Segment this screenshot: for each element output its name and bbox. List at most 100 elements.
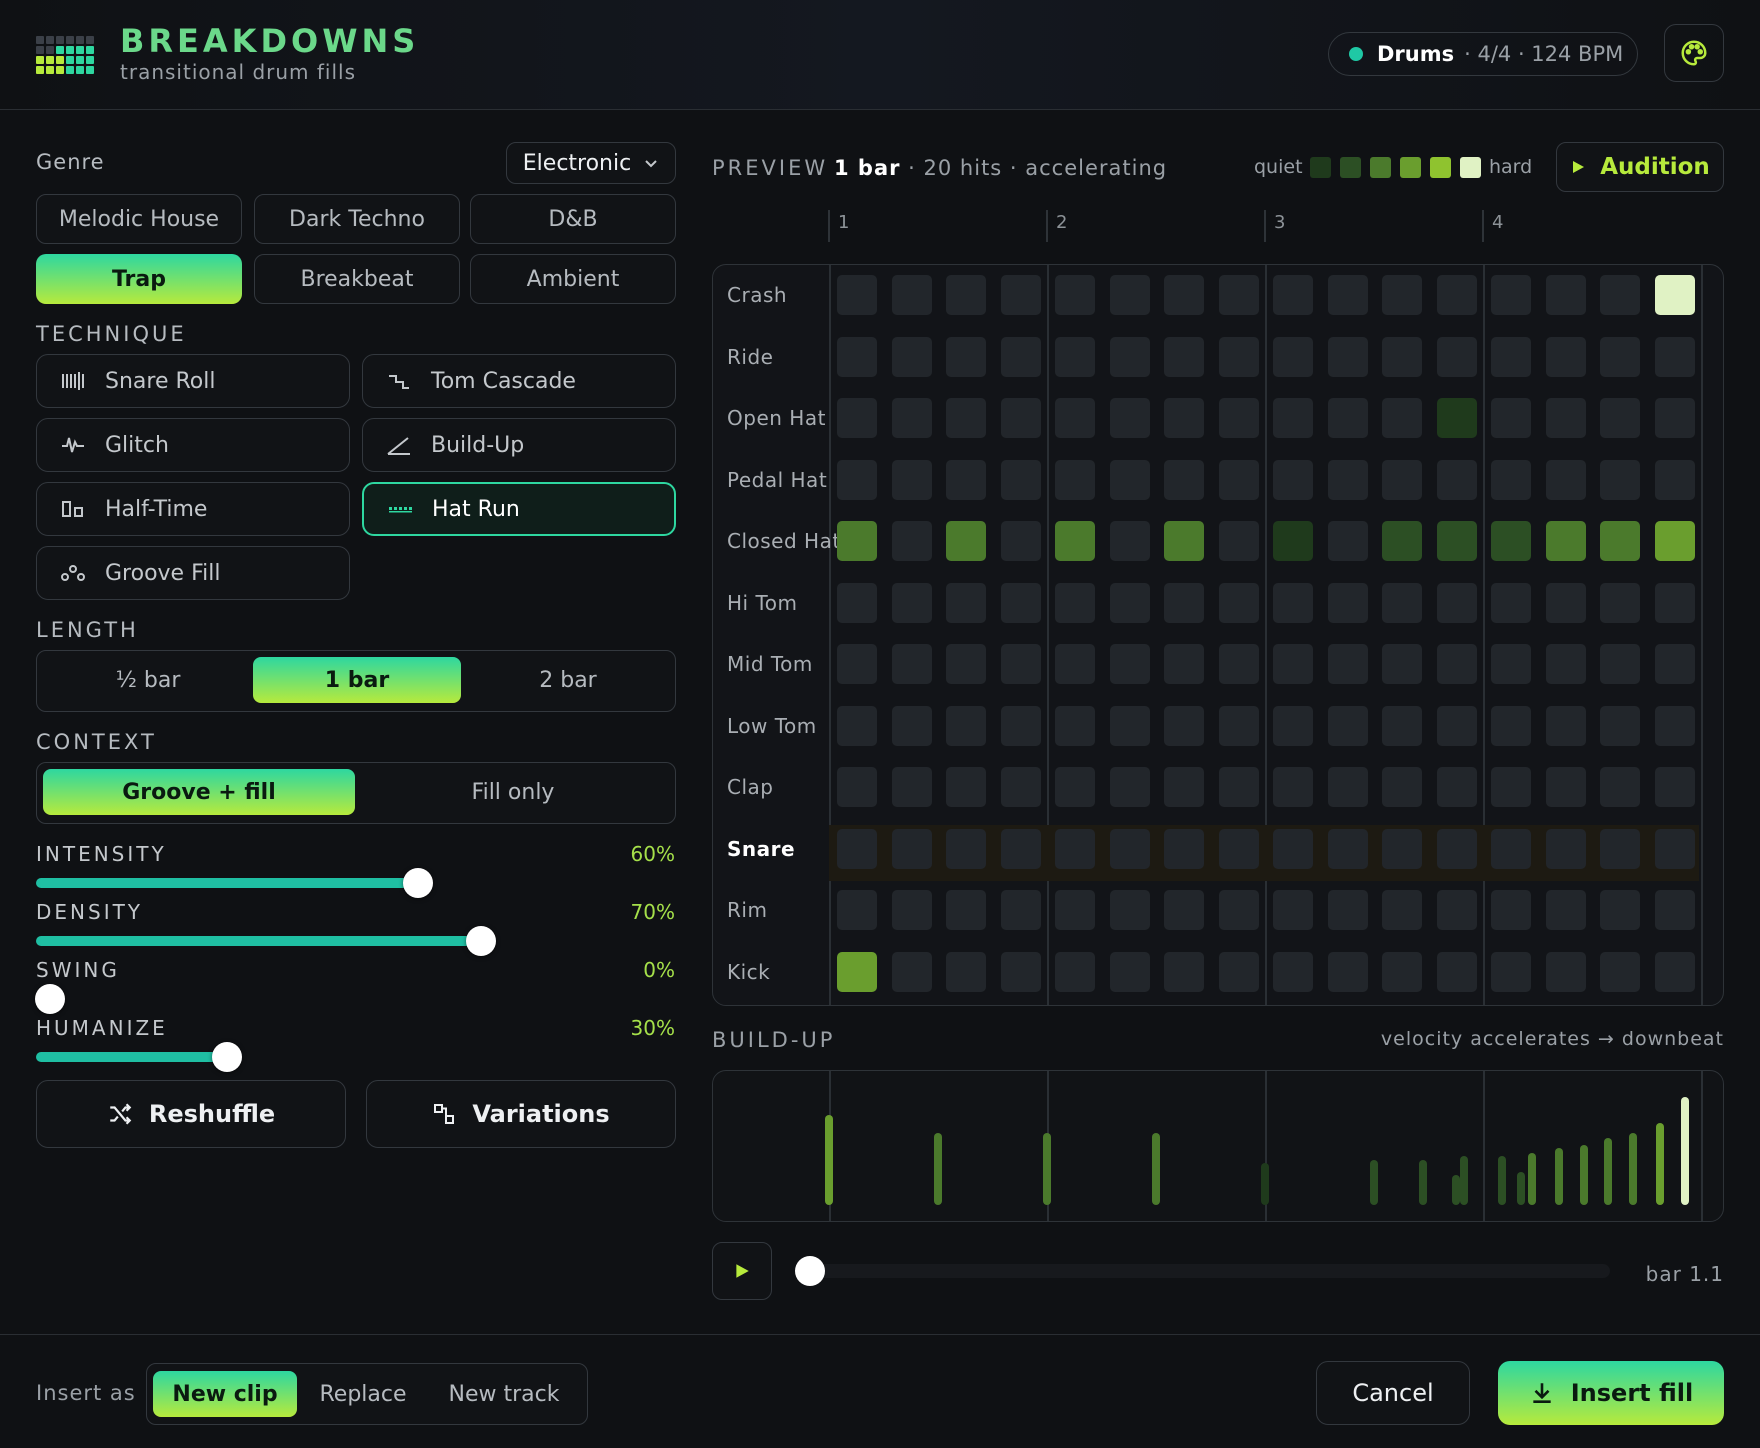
step-cell[interactable] <box>1055 890 1095 930</box>
intensity-slider[interactable] <box>36 868 433 898</box>
step-cell[interactable] <box>1382 644 1422 684</box>
step-cell-active[interactable] <box>1600 521 1640 561</box>
step-cell[interactable] <box>946 582 986 623</box>
step-cell[interactable] <box>1436 828 1477 869</box>
insert-option-replace[interactable]: Replace <box>301 1371 425 1417</box>
step-cell[interactable] <box>1273 336 1313 377</box>
step-cell[interactable] <box>891 644 932 684</box>
scrubber-handle[interactable] <box>795 1256 825 1286</box>
insert-fill-button[interactable]: Insert fill <box>1498 1361 1724 1425</box>
step-cell[interactable] <box>946 336 986 377</box>
technique-tom-cascade-button[interactable]: Tom Cascade <box>362 354 676 408</box>
step-cell[interactable] <box>946 828 986 869</box>
step-cell[interactable] <box>1218 336 1259 377</box>
technique-build-up-button[interactable]: Build-Up <box>362 418 676 472</box>
step-cell[interactable] <box>1327 582 1368 623</box>
step-cell[interactable] <box>1436 951 1477 992</box>
step-cell[interactable] <box>1382 767 1422 807</box>
step-cell[interactable] <box>1109 582 1150 623</box>
track-info-pill[interactable]: Drums · 4/4 · 124 BPM <box>1328 32 1638 76</box>
step-cell[interactable] <box>1273 644 1313 684</box>
step-cell[interactable] <box>1545 767 1586 807</box>
step-cell[interactable] <box>1327 644 1368 684</box>
step-cell[interactable] <box>1000 459 1041 500</box>
context-option-fill-only[interactable]: Fill only <box>357 769 669 815</box>
step-cell[interactable] <box>1327 951 1368 992</box>
length-option-half[interactable]: ½ bar <box>45 657 251 703</box>
step-cell[interactable] <box>1545 582 1586 623</box>
technique-groove-fill-button[interactable]: Groove Fill <box>36 546 350 600</box>
insert-option-new-clip[interactable]: New clip <box>153 1371 297 1417</box>
step-cell[interactable] <box>1055 398 1095 438</box>
step-cell-active[interactable] <box>837 951 877 992</box>
step-cell[interactable] <box>1382 828 1422 869</box>
genre-option-dark-techno[interactable]: Dark Techno <box>254 194 460 244</box>
step-cell[interactable] <box>837 828 877 869</box>
step-cell[interactable] <box>1055 951 1095 992</box>
step-cell[interactable] <box>1109 336 1150 377</box>
step-cell[interactable] <box>1273 951 1313 992</box>
step-cell[interactable] <box>1545 336 1586 377</box>
step-cell[interactable] <box>1327 705 1368 746</box>
step-cell-active[interactable] <box>1654 275 1695 315</box>
step-cell[interactable] <box>946 398 986 438</box>
step-cell-active[interactable] <box>1491 521 1531 561</box>
step-cell[interactable] <box>1491 336 1531 377</box>
step-cell[interactable] <box>1055 644 1095 684</box>
step-cell[interactable] <box>1218 705 1259 746</box>
step-cell[interactable] <box>946 890 986 930</box>
step-cell[interactable] <box>1545 644 1586 684</box>
genre-dropdown[interactable]: Electronic <box>506 142 676 184</box>
variations-button[interactable]: Variations <box>366 1080 676 1148</box>
insert-option-new-track[interactable]: New track <box>429 1371 579 1417</box>
step-cell[interactable] <box>1000 275 1041 315</box>
step-cell[interactable] <box>1218 890 1259 930</box>
genre-option-breakbeat[interactable]: Breakbeat <box>254 254 460 304</box>
step-cell[interactable] <box>1273 705 1313 746</box>
step-cell[interactable] <box>1382 890 1422 930</box>
step-cell[interactable] <box>1654 459 1695 500</box>
step-cell[interactable] <box>1600 767 1640 807</box>
step-cell-active[interactable] <box>1436 521 1477 561</box>
step-cell[interactable] <box>1109 459 1150 500</box>
step-cell[interactable] <box>1600 644 1640 684</box>
step-cell[interactable] <box>1109 521 1150 561</box>
cancel-button[interactable]: Cancel <box>1316 1361 1470 1425</box>
context-option-groove-fill[interactable]: Groove + fill <box>43 769 355 815</box>
step-cell[interactable] <box>1218 951 1259 992</box>
step-cell[interactable] <box>1218 767 1259 807</box>
step-cell[interactable] <box>1218 644 1259 684</box>
step-cell[interactable] <box>1545 890 1586 930</box>
step-cell[interactable] <box>1000 705 1041 746</box>
step-cell[interactable] <box>1164 705 1204 746</box>
step-cell[interactable] <box>1382 275 1422 315</box>
step-cell[interactable] <box>1055 582 1095 623</box>
step-cell[interactable] <box>1327 767 1368 807</box>
theme-palette-button[interactable] <box>1664 24 1724 82</box>
step-cell[interactable] <box>1000 644 1041 684</box>
density-slider-handle[interactable] <box>466 926 497 956</box>
audition-button[interactable]: Audition <box>1556 142 1724 192</box>
step-cell[interactable] <box>1218 275 1259 315</box>
length-option-1bar[interactable]: 1 bar <box>253 657 461 703</box>
step-cell[interactable] <box>1545 705 1586 746</box>
step-cell[interactable] <box>891 459 932 500</box>
step-cell[interactable] <box>1654 767 1695 807</box>
step-cell[interactable] <box>1436 767 1477 807</box>
intensity-slider-handle[interactable] <box>402 868 433 898</box>
step-cell[interactable] <box>891 705 932 746</box>
step-cell[interactable] <box>1491 828 1531 869</box>
step-cell[interactable] <box>1600 459 1640 500</box>
step-cell[interactable] <box>837 398 877 438</box>
step-cell[interactable] <box>1491 398 1531 438</box>
step-cell[interactable] <box>1327 890 1368 930</box>
step-cell[interactable] <box>1273 398 1313 438</box>
step-cell-active[interactable] <box>1436 398 1477 438</box>
step-cell[interactable] <box>1273 828 1313 869</box>
step-cell[interactable] <box>1491 459 1531 500</box>
step-cell[interactable] <box>1491 582 1531 623</box>
step-cell[interactable] <box>1218 459 1259 500</box>
step-cell-active[interactable] <box>1055 521 1095 561</box>
step-cell[interactable] <box>837 767 877 807</box>
step-cell[interactable] <box>1055 459 1095 500</box>
